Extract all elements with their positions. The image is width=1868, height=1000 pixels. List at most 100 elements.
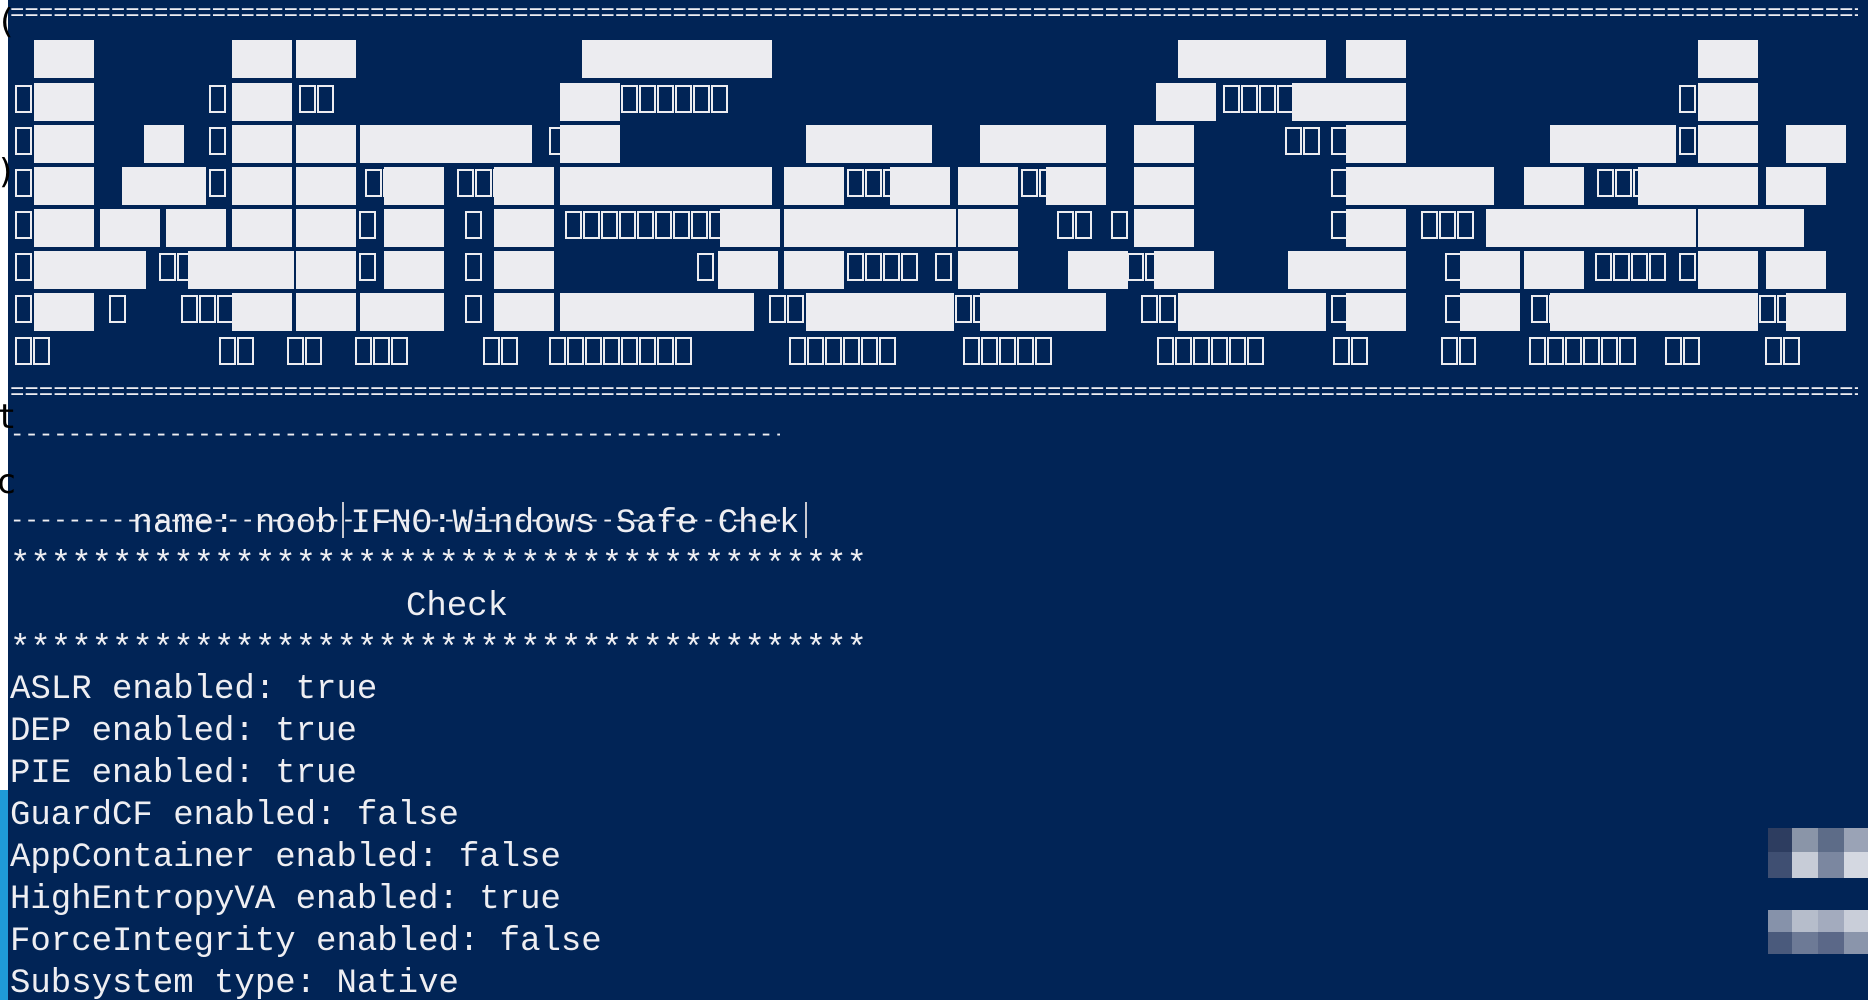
banner-glyph-box (1021, 169, 1038, 197)
banner-block (958, 167, 1018, 205)
banner-block (384, 209, 444, 247)
banner-block (34, 251, 146, 289)
banner-glyph-box (675, 337, 692, 365)
banner-block (1524, 167, 1584, 205)
banner-glyph-box (963, 337, 980, 365)
banner-block (1346, 251, 1406, 289)
banner-art-svg (15, 40, 1846, 365)
banner-block (1292, 83, 1348, 121)
banner-glyph-box (601, 211, 618, 239)
banner-glyph-box (1765, 337, 1782, 365)
banner-glyph-box (1783, 337, 1800, 365)
banner-glyph-box (639, 85, 656, 113)
banner-block (494, 251, 554, 289)
banner-glyph-box (935, 253, 952, 281)
banner-block (1550, 293, 1698, 331)
banner-glyph-box (549, 337, 566, 365)
banner-glyph-box (15, 85, 32, 113)
banner-glyph-box (637, 211, 654, 239)
banner-block (806, 125, 932, 163)
banner-block (1766, 167, 1826, 205)
banner-block (784, 209, 956, 247)
banner-block (296, 251, 356, 289)
banner-glyph-box (1331, 127, 1348, 155)
console-output[interactable]: ========================================… (10, 0, 1860, 1000)
banner-glyph-box (1259, 85, 1276, 113)
banner-glyph-box (901, 253, 918, 281)
banner-glyph-box (1619, 337, 1636, 365)
banner-glyph-box (825, 337, 842, 365)
banner-block (560, 167, 772, 205)
banner-block (1288, 251, 1348, 289)
banner-block (1698, 167, 1758, 205)
blurred-watermark (1768, 828, 1868, 954)
banner-glyph-box (365, 169, 382, 197)
banner-block (296, 40, 356, 78)
banner-glyph-box (865, 253, 882, 281)
banner-glyph-box (847, 253, 864, 281)
banner-block (34, 293, 94, 331)
banner-block (232, 293, 292, 331)
banner-block (1698, 83, 1758, 121)
banner-glyph-box (15, 295, 32, 323)
banner-glyph-box (565, 211, 582, 239)
banner-glyph-box (1421, 211, 1438, 239)
banner-glyph-box (237, 337, 254, 365)
banner-top-rule: ========================================… (10, 2, 1858, 28)
banner-block (1346, 293, 1406, 331)
banner-block (34, 209, 94, 247)
banner-block (296, 125, 356, 163)
banner-glyph-box (675, 85, 692, 113)
left-edge-accent (0, 790, 8, 1000)
banner-glyph-box (1631, 253, 1648, 281)
banner-block (296, 293, 356, 331)
banner-glyph-box (305, 337, 322, 365)
banner-glyph-box (1445, 253, 1462, 281)
banner-glyph-box (657, 337, 674, 365)
banner-glyph-box (583, 211, 600, 239)
banner-block (784, 167, 844, 205)
banner-block (122, 167, 206, 205)
banner-block (958, 209, 1018, 247)
banner-block (296, 167, 356, 205)
banner-block (1698, 125, 1758, 163)
info-bottom-dashes: ----------------------------------------… (10, 510, 780, 534)
banner-glyph-box (1759, 295, 1776, 323)
banner-block (1156, 83, 1216, 121)
banner-block (560, 125, 620, 163)
banner-block (34, 83, 94, 121)
banner-block (232, 83, 292, 121)
banner-block (1346, 209, 1406, 247)
banner-glyph-box (1679, 85, 1696, 113)
banner-block (582, 40, 772, 78)
banner-block (1134, 209, 1194, 247)
banner-glyph-box (1159, 295, 1176, 323)
banner-glyph-box (981, 337, 998, 365)
banner-block (1134, 125, 1194, 163)
banner-glyph-box (1277, 85, 1294, 113)
banner-block (232, 209, 292, 247)
banner-glyph-box (1595, 253, 1612, 281)
banner-glyph-box (391, 337, 408, 365)
result-line-guardcf: GuardCF enabled: false (10, 797, 459, 835)
banner-glyph-box (1141, 295, 1158, 323)
banner-block (1178, 293, 1326, 331)
banner-glyph-box (15, 253, 32, 281)
result-line-highentropyva: HighEntropyVA enabled: true (10, 881, 561, 919)
banner-glyph-box (457, 169, 474, 197)
banner-glyph-box (159, 253, 176, 281)
banner-glyph-box (955, 295, 972, 323)
banner-glyph-box (1683, 337, 1700, 365)
banner-glyph-box (883, 253, 900, 281)
banner-bottom-rule: ========================================… (10, 381, 1858, 407)
banner-block (232, 40, 292, 78)
banner-glyph-box (1531, 295, 1548, 323)
banner-block (166, 209, 226, 247)
banner-glyph-box (15, 211, 32, 239)
banner-glyph-box (15, 337, 32, 365)
banner-block (1698, 293, 1758, 331)
banner-block (1698, 40, 1758, 78)
banner-glyph-box (15, 169, 32, 197)
banner-glyph-box (199, 295, 216, 323)
banner-block (560, 83, 620, 121)
